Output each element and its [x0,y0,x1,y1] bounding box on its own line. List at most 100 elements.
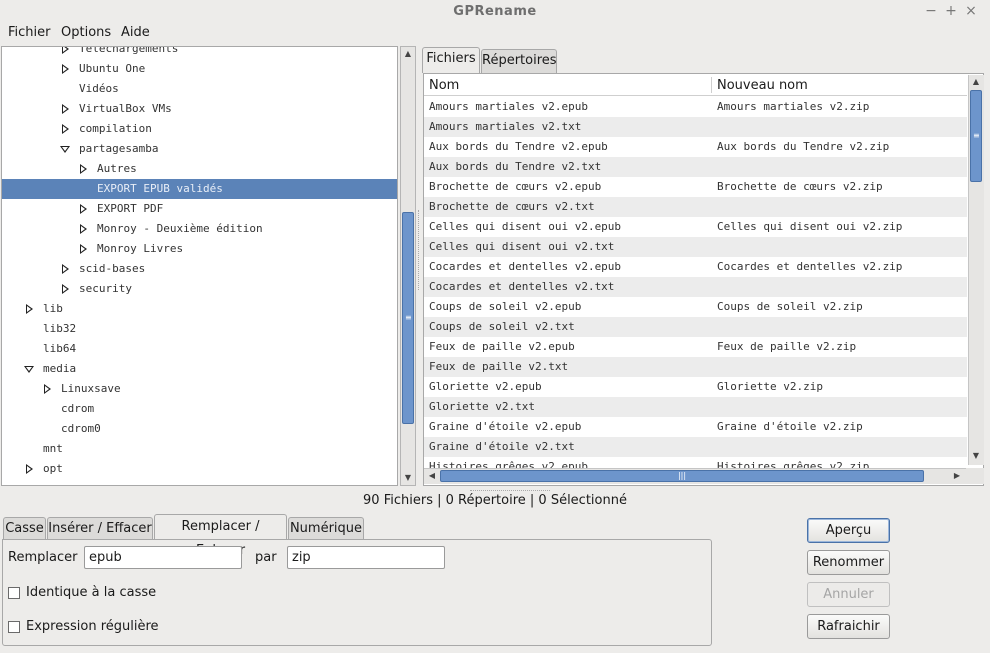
file-row[interactable]: Graine d'étoile v2.txt [424,437,967,457]
tab-numerique[interactable]: Numérique [288,517,364,539]
expand-arrow-icon[interactable] [62,47,69,54]
tree-item[interactable]: lib64 [2,339,397,359]
tab-inserer-effacer[interactable]: Insérer / Effacer [47,517,153,539]
file-row[interactable]: Cocardes et dentelles v2.epub Cocardes et… [424,257,967,277]
file-row[interactable]: Gloriette v2.epub Gloriette v2.zip [424,377,967,397]
file-row[interactable]: Brochette de cœurs v2.txt [424,197,967,217]
expand-arrow-icon[interactable] [62,124,69,134]
file-row[interactable]: Amours martiales v2.epub Amours martiales… [424,97,967,117]
tree-item[interactable]: Ubuntu One [2,59,397,79]
file-row[interactable]: Brochette de cœurs v2.epub Brochette de c… [424,177,967,197]
scroll-up-arrow-icon[interactable]: ▲ [401,47,415,61]
replace-input[interactable] [84,546,242,569]
expand-arrow-icon[interactable] [62,264,69,274]
expand-arrow-icon[interactable] [44,384,51,394]
file-row[interactable]: Celles qui disent oui v2.txt [424,237,967,257]
expand-arrow-icon[interactable] [62,284,69,294]
regex-checkbox[interactable] [8,621,20,633]
menu-options[interactable]: Options [61,25,111,40]
pane-splitter[interactable] [418,210,420,290]
file-row[interactable]: Feux de paille v2.txt [424,357,967,377]
tree-item[interactable]: security [2,279,397,299]
tree-item[interactable]: opt [2,459,397,479]
file-row[interactable]: Amours martiales v2.txt [424,117,967,137]
case-sensitive-checkbox[interactable] [8,587,20,599]
menu-fichier[interactable]: Fichier [8,25,51,40]
minimize-icon[interactable]: − [924,3,938,19]
tree-item-label: scid-bases [79,262,146,275]
tree-item-label: VirtualBox VMs [79,102,172,115]
file-list-hscroll-thumb[interactable]: ||| [440,470,924,482]
tree-item[interactable]: cdrom0 [2,419,397,439]
rename-button[interactable]: Renommer [807,550,890,575]
tree-item[interactable]: lib [2,299,397,319]
file-row[interactable]: Coups de soleil v2.txt [424,317,967,337]
file-row[interactable]: Aux bords du Tendre v2.epub Aux bords du … [424,137,967,157]
file-row[interactable]: Aux bords du Tendre v2.txt [424,157,967,177]
tree-item[interactable]: lib32 [2,319,397,339]
expand-arrow-icon[interactable] [80,244,87,254]
collapse-arrow-icon[interactable] [60,146,70,153]
tree-item[interactable]: Monroy Livres [2,239,397,259]
tree-item[interactable]: compilation [2,119,397,139]
directory-tree[interactable]: Téléchargements Ubuntu One Vidéos VirtualBo… [1,46,398,486]
file-list-horizontal-scrollbar[interactable]: ◀ ||| ▶ [424,468,966,484]
file-list[interactable]: Nom Nouveau nom Amours martiales v2.epub… [423,73,984,486]
file-row[interactable]: Cocardes et dentelles v2.txt [424,277,967,297]
tree-item[interactable]: partagesamba [2,139,397,159]
expand-arrow-icon[interactable] [62,64,69,74]
horizontal-splitter[interactable] [470,490,550,492]
tree-item[interactable]: scid-bases [2,259,397,279]
menu-aide[interactable]: Aide [121,25,150,40]
file-row[interactable]: Celles qui disent oui v2.epub Celles qui … [424,217,967,237]
tree-vertical-scrollbar[interactable]: ▲ ≡ ▼ [400,46,416,486]
column-divider[interactable] [711,77,712,93]
tree-item[interactable]: media [2,359,397,379]
scroll-down-arrow-icon[interactable]: ▼ [401,471,415,485]
refresh-button[interactable]: Rafraichir [807,614,890,639]
file-row[interactable]: Coups de soleil v2.epub Coups de soleil v… [424,297,967,317]
case-sensitive-label[interactable]: Identique à la casse [26,585,156,600]
collapse-arrow-icon[interactable] [24,366,34,373]
scroll-down-arrow-icon[interactable]: ▼ [969,449,983,463]
tree-item[interactable]: EXPORT PDF [2,199,397,219]
column-header-nouveau-nom[interactable]: Nouveau nom [717,78,808,93]
tree-item[interactable]: Monroy - Deuxième édition [2,219,397,239]
by-label: par [255,550,277,565]
expand-arrow-icon[interactable] [80,164,87,174]
tab-casse[interactable]: Casse [3,517,46,539]
preview-button[interactable]: Aperçu [807,518,890,543]
tree-scroll-thumb[interactable]: ≡ [402,212,414,424]
cancel-button[interactable]: Annuler [807,582,890,607]
scroll-up-arrow-icon[interactable]: ▲ [969,75,983,89]
maximize-icon[interactable]: + [944,3,958,19]
expand-arrow-icon[interactable] [26,304,33,314]
window-title: GPRename [453,4,537,19]
tree-item[interactable]: EXPORT EPUB validés [2,179,397,199]
file-row[interactable]: Gloriette v2.txt [424,397,967,417]
tree-item[interactable]: Vidéos [2,79,397,99]
close-icon[interactable]: × [964,3,978,19]
tab-remplacer-enlever[interactable]: Remplacer / Enlever [154,514,287,558]
file-row[interactable]: Graine d'étoile v2.epub Graine d'étoile v… [424,417,967,437]
expand-arrow-icon[interactable] [26,464,33,474]
expand-arrow-icon[interactable] [80,224,87,234]
expand-arrow-icon[interactable] [80,204,87,214]
regex-label[interactable]: Expression régulière [26,619,159,634]
tree-item[interactable]: cdrom [2,399,397,419]
expand-arrow-icon[interactable] [62,104,69,114]
scroll-right-arrow-icon[interactable]: ▶ [950,469,964,483]
file-list-scroll-thumb[interactable]: ≡ [970,90,982,182]
file-row[interactable]: Feux de paille v2.epub Feux de paille v2.… [424,337,967,357]
tree-item[interactable]: Linuxsave [2,379,397,399]
tree-item[interactable]: Téléchargements [2,47,397,59]
tab-fichiers[interactable]: Fichiers [422,47,480,73]
by-input[interactable] [287,546,445,569]
scroll-left-arrow-icon[interactable]: ◀ [425,469,439,483]
column-header-nom[interactable]: Nom [429,78,459,93]
file-list-vertical-scrollbar[interactable]: ▲ ≡ ▼ [968,75,984,465]
tree-item[interactable]: mnt [2,439,397,459]
tree-item[interactable]: Autres [2,159,397,179]
tab-repertoires[interactable]: Répertoires [481,49,557,73]
tree-item[interactable]: VirtualBox VMs [2,99,397,119]
